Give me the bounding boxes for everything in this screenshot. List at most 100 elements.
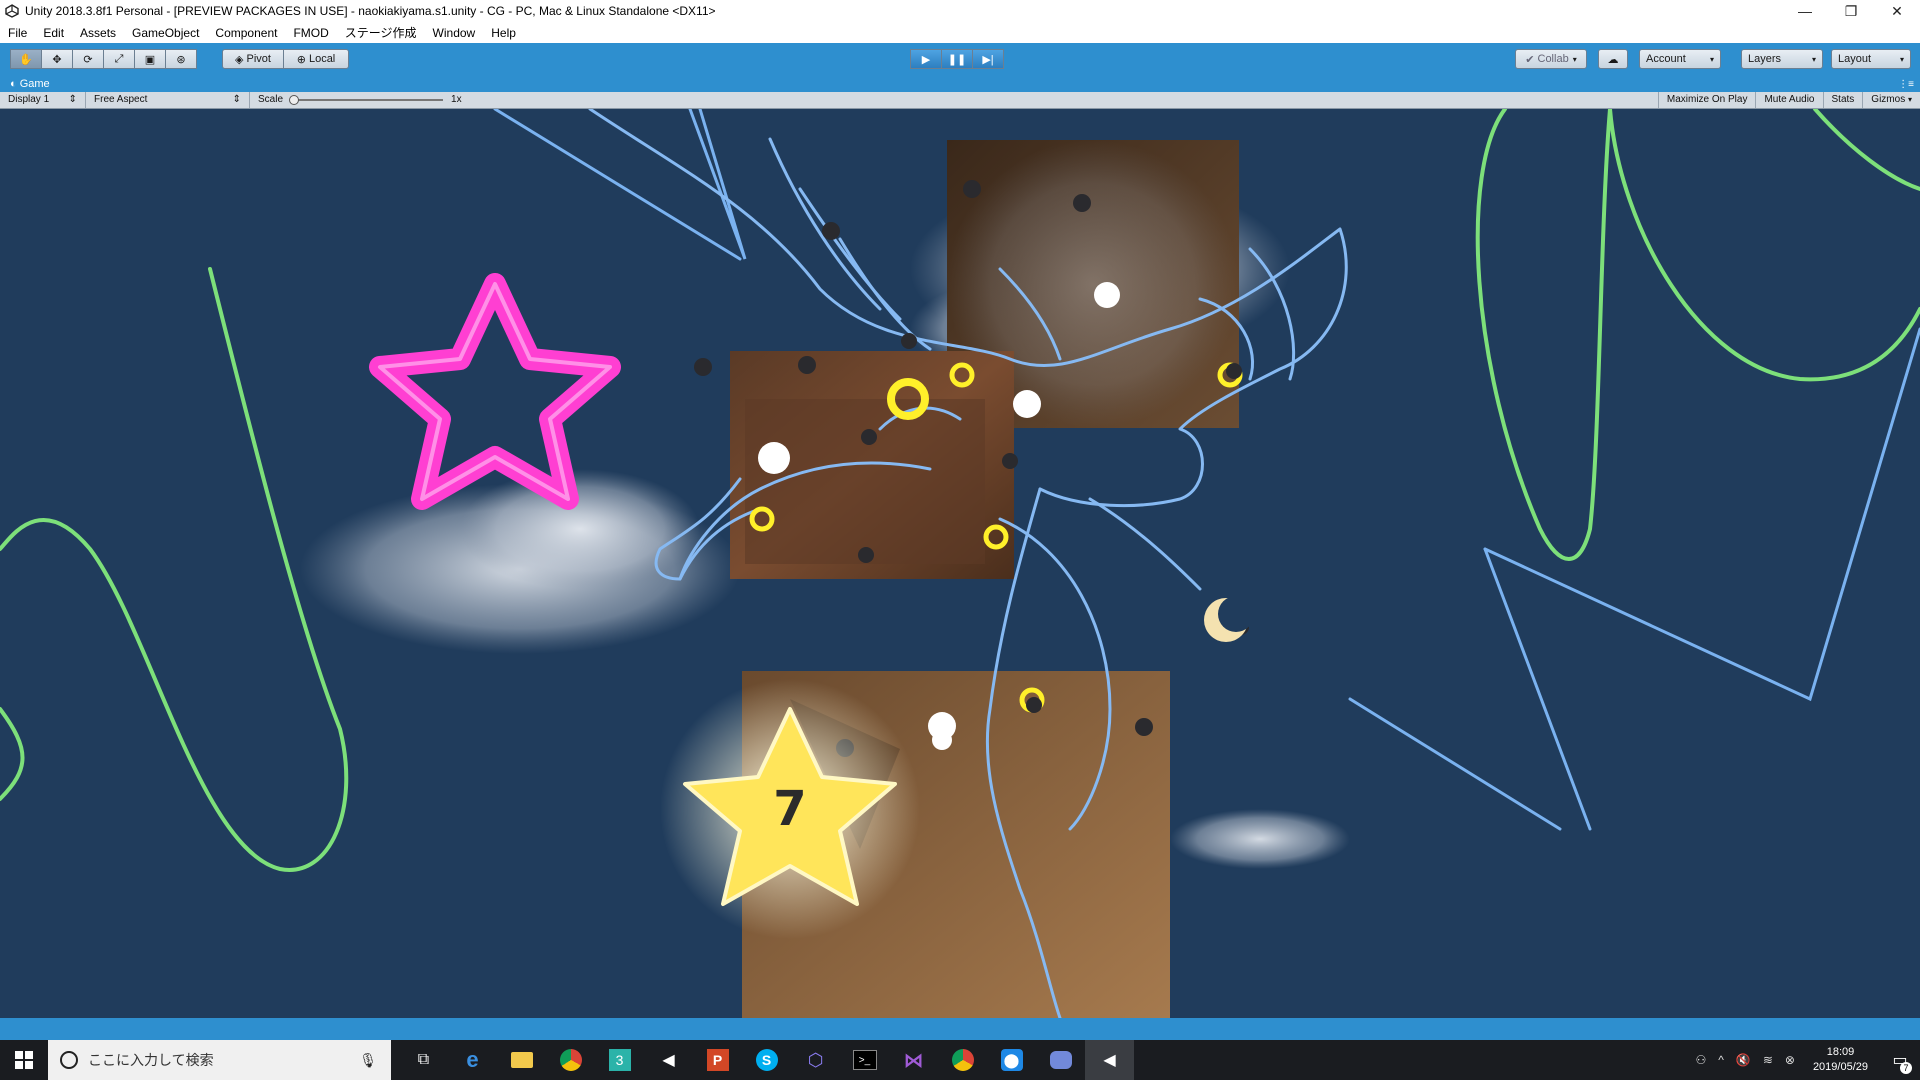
updown-arrow-icon: ⇕ — [68, 94, 77, 105]
scale-control: Scale 1x — [258, 94, 462, 105]
pivot-toggle[interactable]: ◈ Pivot — [222, 49, 284, 69]
menu-component[interactable]: Component — [207, 26, 285, 40]
stats-toggle[interactable]: Stats — [1824, 92, 1864, 108]
scale-icon: ⤢ — [114, 52, 124, 65]
file-explorer-icon[interactable] — [497, 1040, 546, 1080]
dropdown-arrow-icon: ▾ — [1709, 54, 1714, 64]
pivot-icon: ◈ — [235, 53, 244, 66]
transform-tool-button[interactable]: ⊛ — [165, 49, 197, 69]
menu-stage[interactable]: ステージ作成 — [337, 24, 425, 41]
star-number-label: 7 — [773, 781, 807, 837]
play-button[interactable]: ▶ — [910, 49, 942, 69]
pause-icon: ❚❚ — [947, 53, 967, 66]
main-toolbar: ✋ ✥ ⟳ ⤢ ▣ ⊛ ◈ Pivot ⊕ Local ▶ ❚❚ ▶| ✔ Colla… — [0, 43, 1920, 76]
people-icon[interactable]: ⚇ — [1695, 1053, 1706, 1067]
microphone-icon[interactable]: 🎙 — [359, 1052, 377, 1069]
step-icon: ▶| — [982, 53, 994, 66]
transform-icon: ⊛ — [176, 53, 186, 66]
game-tab[interactable]: ◐ Game — [10, 78, 50, 90]
visual-studio-icon[interactable]: ⋈ — [889, 1040, 938, 1080]
windows-logo-icon — [15, 1051, 33, 1069]
game-scene-canvas — [0, 109, 1920, 1018]
scale-slider-thumb[interactable] — [289, 95, 300, 105]
hand-tool-button[interactable]: ✋ — [10, 49, 42, 69]
menu-window[interactable]: Window — [425, 26, 484, 40]
aspect-dropdown[interactable]: Free Aspect ⇕ — [86, 92, 250, 108]
menu-file[interactable]: File — [0, 26, 35, 40]
volume-muted-icon[interactable]: 🔇 — [1736, 1053, 1751, 1067]
move-tool-button[interactable]: ✥ — [41, 49, 73, 69]
rotate-tool-button[interactable]: ⟳ — [72, 49, 104, 69]
unity-taskbar-icon[interactable]: ◀ — [1085, 1040, 1134, 1080]
system-tray: ⚇ ^ 🔇 ≋ ⊗ 18:09 2019/05/29 ▭ 7 — [1689, 1040, 1920, 1080]
windows-taskbar: ここに入力して検索 🎙 ⧉ e 3 ◀ P S ⬡ >_ ⋈ ⬤ ◀ ⚇ ^ 🔇… — [0, 1040, 1920, 1080]
terminal-icon[interactable]: >_ — [840, 1040, 889, 1080]
mute-audio-toggle[interactable]: Mute Audio — [1756, 92, 1824, 108]
menu-gameobject[interactable]: GameObject — [124, 26, 207, 40]
minimize-button[interactable]: — — [1782, 0, 1828, 22]
layout-dropdown[interactable]: Layout ▾ — [1831, 49, 1911, 69]
restore-button[interactable]: ❐ — [1828, 0, 1874, 22]
status-x-icon[interactable]: ⊗ — [1785, 1053, 1795, 1067]
notification-center-button[interactable]: ▭ 7 — [1880, 1040, 1920, 1080]
chrome-2-icon[interactable] — [938, 1040, 987, 1080]
dropdown-arrow-icon: ▾ — [1811, 54, 1816, 64]
cortana-icon — [60, 1051, 78, 1069]
maximize-on-play-toggle[interactable]: Maximize On Play — [1657, 92, 1757, 108]
wifi-icon[interactable]: ≋ — [1763, 1053, 1773, 1067]
game-options-bar: Display 1 ⇕ Free Aspect ⇕ Scale 1x Maximiz… — [0, 92, 1920, 109]
updown-arrow-icon: ⇕ — [232, 94, 241, 105]
game-view[interactable]: 7 — [0, 109, 1920, 1018]
visual-studio-installer-icon[interactable]: ⬡ — [791, 1040, 840, 1080]
task-view-icon[interactable]: ⧉ — [399, 1040, 448, 1080]
powerpoint-icon[interactable]: P — [693, 1040, 742, 1080]
local-icon: ⊕ — [296, 53, 306, 66]
chrome-icon[interactable] — [546, 1040, 595, 1080]
collab-button[interactable]: ✔ Collab ▾ — [1515, 49, 1587, 69]
close-button[interactable]: ✕ — [1874, 0, 1920, 22]
unity-hub-icon[interactable]: ◀ — [644, 1040, 693, 1080]
edge-icon[interactable]: e — [448, 1040, 497, 1080]
dropdown-arrow-icon: ▾ — [1572, 54, 1577, 64]
discord-icon[interactable] — [1036, 1040, 1085, 1080]
clock-time: 18:09 — [1826, 1046, 1855, 1058]
panel-menu-icon[interactable]: ⋮≡ — [1898, 79, 1914, 90]
move-icon: ✥ — [52, 53, 62, 66]
check-icon: ✔ — [1525, 53, 1535, 66]
taskbar-search[interactable]: ここに入力して検索 🎙 — [48, 1040, 391, 1080]
taskbar-clock[interactable]: 18:09 2019/05/29 — [1813, 1045, 1868, 1075]
title-bar: Unity 2018.3.8f1 Personal - [PREVIEW PAC… — [0, 0, 1920, 22]
play-icon: ▶ — [921, 53, 931, 66]
scale-tool-button[interactable]: ⤢ — [103, 49, 135, 69]
status-bar — [0, 1018, 1920, 1040]
account-dropdown[interactable]: Account ▾ — [1639, 49, 1721, 69]
layers-dropdown[interactable]: Layers ▾ — [1741, 49, 1823, 69]
rect-tool-button[interactable]: ▣ — [134, 49, 166, 69]
dropdown-arrow-icon: ▾ — [1899, 54, 1904, 64]
display-dropdown[interactable]: Display 1 ⇕ — [0, 92, 86, 108]
menu-fmod[interactable]: FMOD — [285, 26, 336, 40]
rect-icon: ▣ — [144, 53, 156, 66]
step-button[interactable]: ▶| — [972, 49, 1004, 69]
rotate-icon: ⟳ — [83, 53, 93, 66]
start-button[interactable] — [0, 1040, 48, 1080]
show-hidden-icons[interactable]: ^ — [1718, 1053, 1724, 1067]
scale-slider[interactable] — [289, 95, 444, 105]
cloud-icon: ☁ — [1607, 53, 1619, 66]
pause-button[interactable]: ❚❚ — [941, 49, 973, 69]
notification-count: 7 — [1900, 1062, 1912, 1074]
unity-logo-icon — [5, 4, 19, 18]
clock-date: 2019/05/29 — [1812, 1061, 1868, 1073]
search-placeholder: ここに入力して検索 — [88, 1052, 214, 1068]
local-toggle[interactable]: ⊕ Local — [283, 49, 349, 69]
gizmos-dropdown[interactable]: Gizmos ▾ — [1863, 92, 1920, 108]
game-tab-bar: ◐ Game ⋮≡ — [0, 76, 1920, 92]
app-3-icon[interactable]: 3 — [595, 1040, 644, 1080]
cloud-button[interactable]: ☁ — [1598, 49, 1628, 69]
game-icon: ◐ — [10, 78, 20, 90]
skype-icon[interactable]: S — [742, 1040, 791, 1080]
menu-assets[interactable]: Assets — [72, 26, 124, 40]
menu-help[interactable]: Help — [483, 26, 524, 40]
maps-icon[interactable]: ⬤ — [987, 1040, 1036, 1080]
menu-edit[interactable]: Edit — [35, 26, 72, 40]
